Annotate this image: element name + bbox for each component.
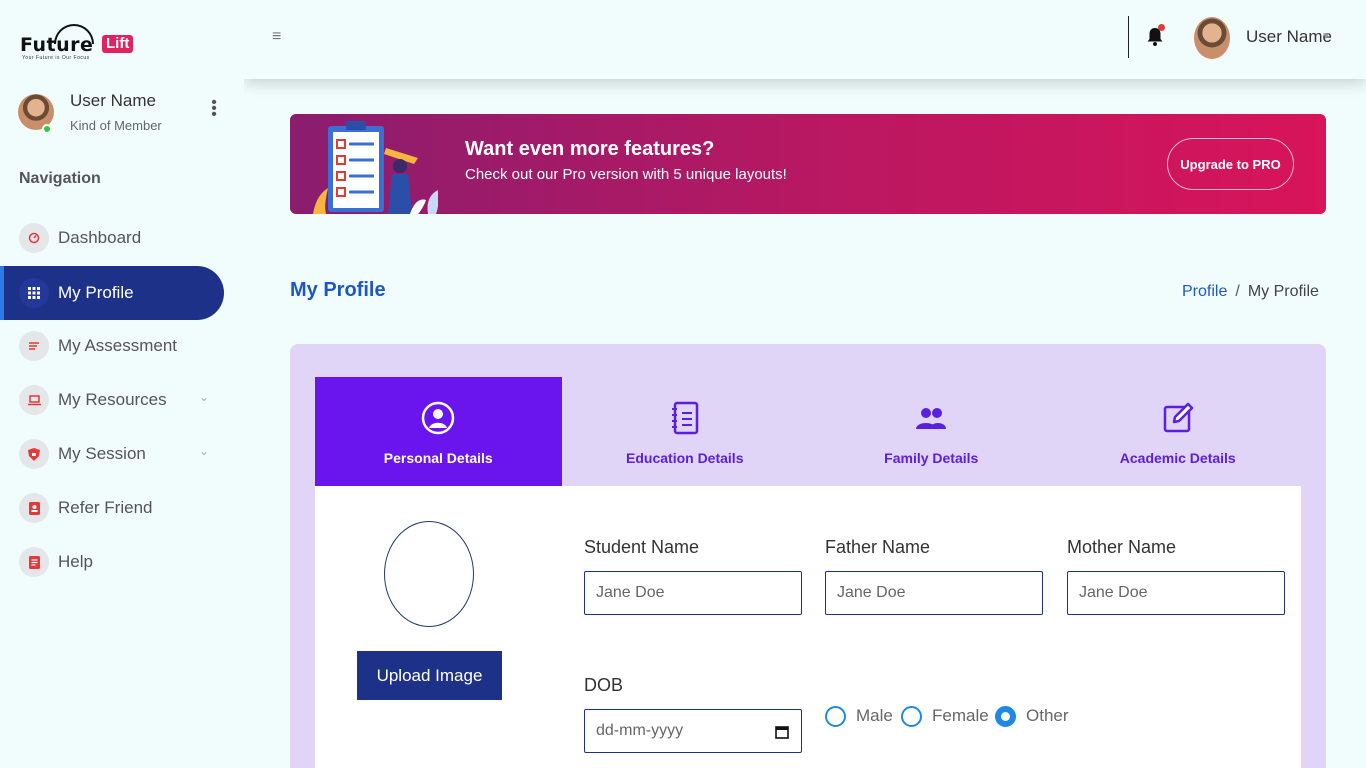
logo-word-lift: Lift [102, 35, 134, 53]
tab-label: Family Details [884, 450, 979, 466]
upgrade-to-pro-button[interactable]: Upgrade to PRO [1167, 138, 1294, 190]
dob-label: DOB [584, 675, 624, 695]
more-options-icon[interactable]: • • • [210, 95, 218, 123]
contact-card-icon [19, 493, 49, 523]
breadcrumb: Profile / My Profile [1182, 283, 1319, 301]
checklist-illustration-icon [313, 121, 438, 214]
online-status-dot [42, 124, 52, 134]
radio-circle-selected[interactable] [995, 705, 1016, 727]
promo-banner: Want even more features? Check out our P… [290, 114, 1326, 214]
dob-placeholder: dd-mm-yyyy [596, 722, 684, 739]
sidebar-item-label: Refer Friend [58, 498, 153, 517]
radio-circle[interactable] [825, 705, 846, 727]
brand-logo[interactable]: Future Lift Your Future is Our Focus [20, 24, 150, 61]
top-header: ≡ User Name ▼ [244, 0, 1366, 79]
chevron-down-icon[interactable]: ⌄ [199, 444, 209, 458]
sidebar: Future Lift Your Future is Our Focus Use… [0, 0, 244, 768]
document-icon [19, 547, 49, 577]
student-name-field[interactable]: Jane Doe [584, 571, 802, 615]
gender-radio-male[interactable]: Male [825, 705, 893, 727]
sidebar-item-my-assessment[interactable]: My Assessment [0, 319, 224, 373]
main-content: Want even more features? Check out our P… [244, 79, 1366, 768]
profile-card: Personal Details Education Details Famil… [290, 344, 1326, 768]
breadcrumb-separator: / [1235, 283, 1240, 300]
sidebar-user-role: Kind of Member [70, 118, 162, 133]
sidebar-user: User Name Kind of Member • • • [18, 90, 228, 140]
sidebar-item-refer-friend[interactable]: Refer Friend [0, 481, 224, 535]
promo-title: Want even more features? [465, 138, 715, 160]
sidebar-item-my-resources[interactable]: My Resources ⌄ [0, 373, 224, 427]
tab-label: Academic Details [1119, 450, 1236, 466]
breadcrumb-link-profile[interactable]: Profile [1182, 283, 1227, 300]
father-name-label: Father Name [825, 537, 931, 557]
user-circle-icon [422, 401, 455, 435]
edit-icon [1163, 402, 1193, 433]
sidebar-item-label: My Session [58, 444, 146, 463]
student-name-label: Student Name [584, 537, 700, 557]
tab-education-details[interactable]: Education Details [562, 377, 809, 486]
header-divider [1128, 16, 1129, 58]
personal-details-panel: Upload Image Student Name Jane Doe Fathe… [315, 486, 1301, 768]
shield-icon [19, 439, 49, 469]
sidebar-item-label: Help [58, 552, 93, 571]
father-name-field[interactable]: Jane Doe [825, 571, 1043, 615]
speedometer-icon [19, 223, 49, 253]
tab-family-details[interactable]: Family Details [808, 377, 1055, 486]
caret-down-icon[interactable]: ▼ [1321, 31, 1331, 42]
laptop-icon [19, 385, 49, 415]
header-avatar[interactable] [1194, 17, 1230, 59]
radio-label: Male [856, 706, 893, 725]
logo-tagline: Your Future is Our Focus [22, 55, 90, 61]
radio-circle[interactable] [901, 705, 922, 727]
users-icon [916, 408, 947, 429]
mother-name-field[interactable]: Jane Doe [1067, 571, 1285, 615]
header-user-name[interactable]: User Name [1246, 27, 1332, 47]
dob-field[interactable]: dd-mm-yyyy [584, 709, 802, 753]
gender-radio-female[interactable]: Female [901, 705, 989, 727]
radio-label: Female [932, 706, 989, 725]
promo-subtitle: Check out our Pro version with 5 unique … [465, 166, 787, 183]
radio-label: Other [1026, 706, 1069, 725]
sidebar-item-my-session[interactable]: My Session ⌄ [0, 427, 224, 481]
grid-icon [19, 278, 49, 308]
sidebar-item-label: My Profile [58, 283, 134, 302]
notification-bell-icon[interactable] [1146, 24, 1166, 48]
tab-personal-details[interactable]: Personal Details [315, 377, 562, 486]
sidebar-item-help[interactable]: Help [0, 535, 224, 589]
sidebar-item-dashboard[interactable]: Dashboard [0, 211, 224, 265]
breadcrumb-current: My Profile [1247, 283, 1319, 300]
sidebar-user-name: User Name [70, 91, 156, 110]
logo-word-future: Future [20, 34, 94, 56]
tab-label: Personal Details [383, 450, 493, 466]
list-icon [19, 331, 49, 361]
sidebar-item-my-profile[interactable]: My Profile [0, 266, 224, 320]
notification-dot [1158, 24, 1165, 31]
gender-radio-other[interactable]: Other [995, 705, 1069, 727]
sidebar-item-label: My Assessment [58, 336, 178, 355]
calendar-icon[interactable] [775, 725, 789, 739]
tab-academic-details[interactable]: Academic Details [1055, 377, 1302, 486]
mother-name-label: Mother Name [1067, 537, 1177, 557]
menu-icon[interactable]: ≡ [272, 28, 281, 46]
notebook-icon [671, 401, 698, 435]
upload-image-button[interactable]: Upload Image [357, 651, 502, 700]
profile-photo-placeholder [384, 521, 474, 627]
profile-tabs: Personal Details Education Details Famil… [315, 377, 1301, 486]
tab-label: Education Details [626, 450, 744, 466]
sidebar-item-label: Dashboard [58, 228, 142, 247]
page-title: My Profile [290, 279, 386, 301]
sidebar-item-label: My Resources [58, 390, 167, 409]
chevron-down-icon[interactable]: ⌄ [199, 390, 209, 404]
nav-heading: Navigation [19, 170, 101, 187]
